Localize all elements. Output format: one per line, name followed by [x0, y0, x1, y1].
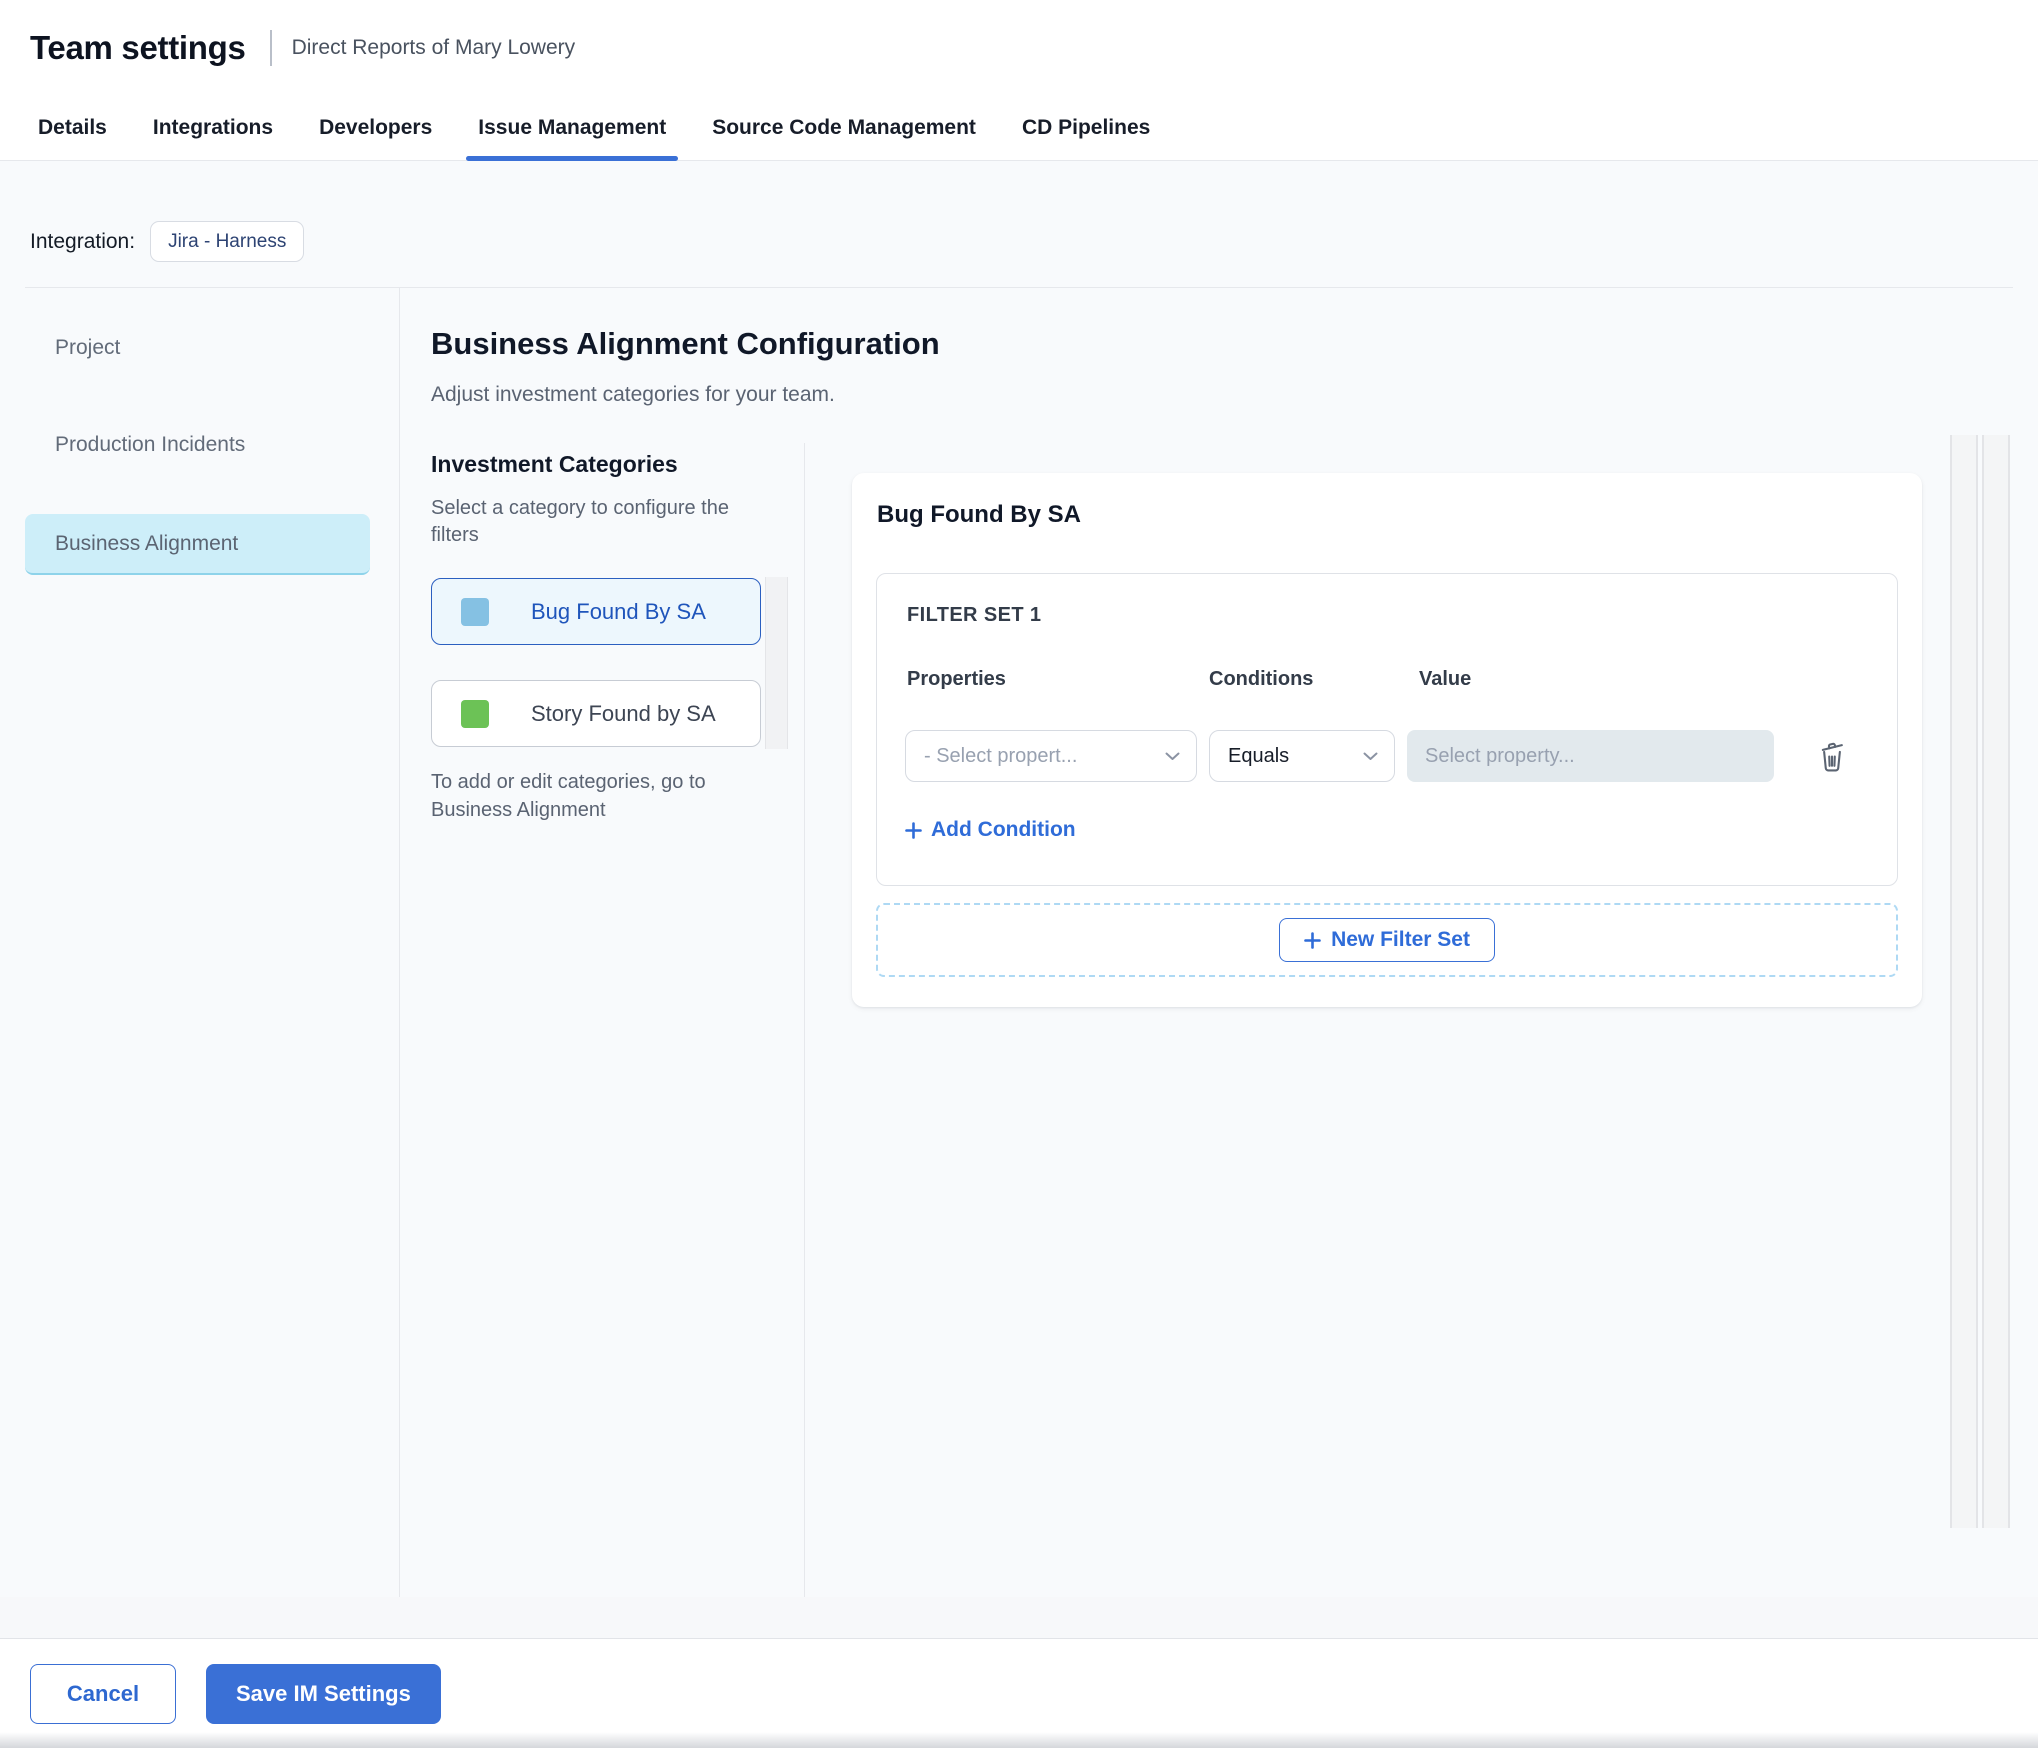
new-filter-set-dropzone: New Filter Set — [876, 903, 1898, 977]
investment-categories-panel: Investment Categories Select a category … — [401, 443, 805, 1638]
section-heading: Business Alignment Configuration — [431, 326, 940, 361]
integration-chip[interactable]: Jira - Harness — [150, 221, 305, 262]
filter-config-card: Bug Found By SA FILTER SET 1 Properties … — [852, 473, 1922, 1007]
column-header-conditions: Conditions — [1209, 668, 1314, 690]
tab-details[interactable]: Details — [38, 96, 107, 160]
delete-condition-button[interactable] — [1812, 730, 1852, 782]
condition-select[interactable]: Equals — [1209, 730, 1395, 782]
condition-select-value: Equals — [1228, 744, 1290, 767]
tab-developers[interactable]: Developers — [319, 96, 432, 160]
category-label: Story Found by SA — [531, 700, 716, 726]
tab-cd-pipelines[interactable]: CD Pipelines — [1022, 96, 1150, 160]
categories-scrollbar[interactable] — [765, 577, 788, 749]
filter-set-1: FILTER SET 1 Properties Conditions Value… — [876, 573, 1898, 886]
add-condition-label: Add Condition — [931, 818, 1076, 841]
settings-tabbar: Details Integrations Developers Issue Ma… — [0, 96, 2038, 161]
integration-row: Integration: Jira - Harness — [30, 221, 305, 262]
vertical-scrollbar-inner[interactable] — [1950, 435, 1978, 1528]
categories-hint: Select a category to configure the filte… — [431, 497, 729, 546]
filter-card-title: Bug Found By SA — [877, 501, 1081, 528]
category-color-swatch-blue — [461, 597, 489, 626]
categories-footnote: To add or edit categories, go to Busines… — [431, 771, 706, 821]
footer-shadow-band — [0, 1597, 2038, 1638]
add-condition-button[interactable]: Add Condition — [905, 818, 1076, 842]
sidebar-item-project[interactable]: Project — [25, 318, 370, 378]
section-subheading: Adjust investment categories for your te… — [431, 383, 835, 406]
vertical-scrollbar-outer[interactable] — [1982, 435, 2010, 1528]
cancel-button[interactable]: Cancel — [30, 1663, 176, 1724]
chevron-down-icon — [1363, 752, 1378, 760]
plus-icon — [905, 821, 922, 839]
category-story-found-by-sa[interactable]: Story Found by SA — [431, 680, 761, 747]
team-settings-page: Team settings Direct Reports of Mary Low… — [0, 0, 2038, 1748]
new-filter-set-button[interactable]: New Filter Set — [1279, 918, 1495, 962]
config-panels: Investment Categories Select a category … — [401, 443, 2038, 1638]
tab-issue-management[interactable]: Issue Management — [466, 96, 679, 161]
tab-source-code-management[interactable]: Source Code Management — [712, 96, 976, 160]
sidebar-item-production-incidents[interactable]: Production Incidents — [25, 415, 370, 475]
filter-set-label: FILTER SET 1 — [907, 604, 1042, 626]
category-label: Bug Found By SA — [531, 598, 706, 624]
title-divider — [269, 30, 272, 66]
page-subtitle: Direct Reports of Mary Lowery — [291, 36, 576, 59]
plus-icon — [1304, 931, 1321, 949]
property-select-value: - Select propert... — [924, 744, 1078, 767]
settings-side-nav: Project Production Incidents Business Al… — [0, 288, 400, 1638]
sidebar-item-business-alignment[interactable]: Business Alignment — [25, 514, 370, 575]
column-header-properties: Properties — [907, 668, 1006, 690]
page-title: Team settings — [30, 29, 246, 66]
column-header-value: Value — [1419, 668, 1472, 690]
footer-actions: Cancel Save IM Settings — [0, 1638, 2038, 1748]
value-input[interactable] — [1407, 730, 1774, 782]
chevron-down-icon — [1165, 752, 1180, 760]
integration-label: Integration: — [30, 229, 136, 253]
save-im-settings-button[interactable]: Save IM Settings — [206, 1663, 441, 1724]
category-bug-found-by-sa[interactable]: Bug Found By SA — [431, 578, 761, 645]
category-color-swatch-green — [461, 699, 489, 728]
tab-integrations[interactable]: Integrations — [153, 96, 273, 160]
main-content: Business Alignment Configuration Adjust … — [401, 288, 2038, 1638]
categories-title: Investment Categories — [431, 451, 678, 477]
new-filter-set-label: New Filter Set — [1331, 928, 1470, 951]
trash-icon — [1821, 742, 1843, 772]
property-select[interactable]: - Select propert... — [905, 730, 1197, 782]
page-header: Team settings Direct Reports of Mary Low… — [0, 0, 2038, 96]
